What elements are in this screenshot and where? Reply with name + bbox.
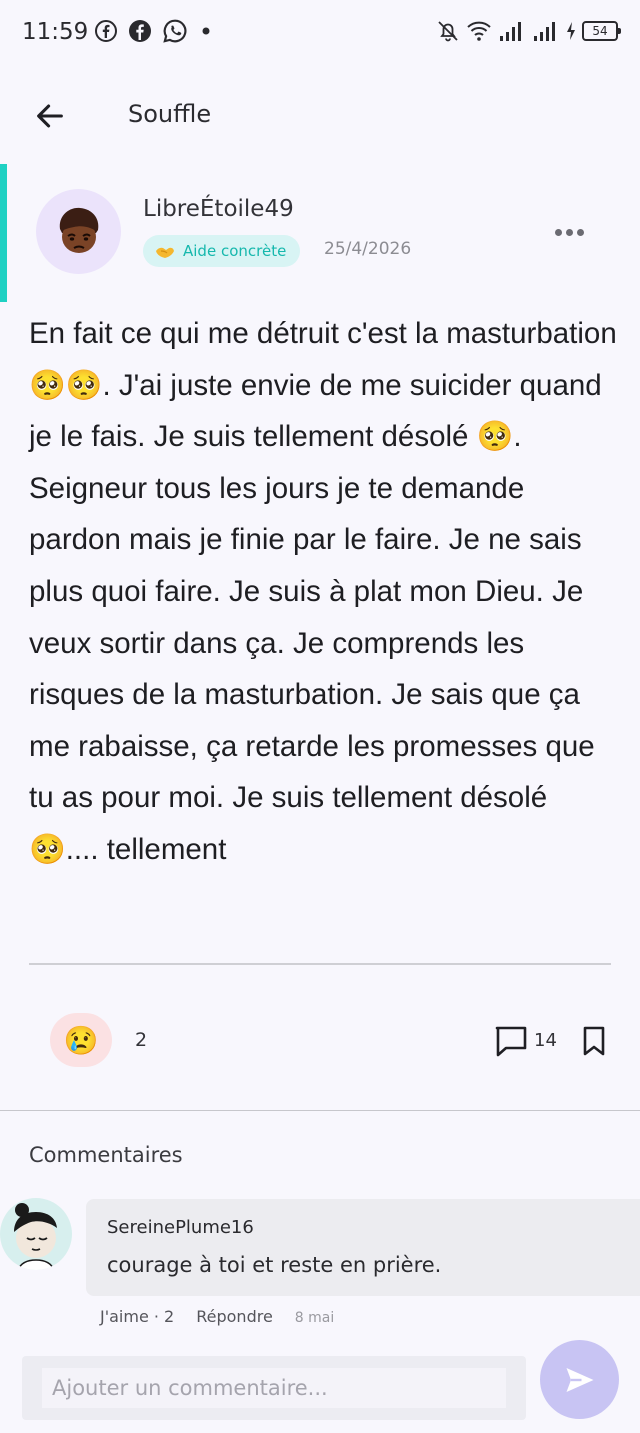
facebook-outline-icon	[95, 20, 117, 42]
bell-off-icon	[438, 21, 458, 42]
comment-avatar[interactable]	[0, 1198, 72, 1270]
bookmark-icon[interactable]	[580, 1025, 608, 1057]
sad-face-avatar-icon	[59, 207, 98, 253]
comment-composer	[0, 1326, 640, 1433]
comment-date: 8 mai	[294, 1310, 335, 1326]
back-button[interactable]	[26, 92, 74, 140]
send-icon	[566, 1367, 593, 1392]
comment-text: courage à toi et reste en prière.	[107, 1253, 442, 1277]
crying-face-icon: 😢	[63, 1024, 99, 1056]
helping-hands-icon	[156, 247, 174, 258]
whatsapp-icon	[163, 19, 187, 43]
status-time: 11:59	[22, 19, 89, 45]
comment-author[interactable]: SereinePlume16	[107, 1217, 254, 1238]
page-title: Souffle	[128, 100, 212, 128]
comment-actions: J'aime · 2 Répondre 8 mai	[100, 1307, 334, 1326]
comment-input[interactable]	[42, 1368, 506, 1408]
reaction-button[interactable]: 😢	[50, 1013, 112, 1067]
post-author-name[interactable]: LibreÉtoile49	[143, 196, 294, 222]
send-button[interactable]	[540, 1340, 619, 1419]
signal-icon-2	[534, 22, 555, 41]
more-dots-icon	[554, 228, 562, 236]
status-system-icons: 54	[436, 19, 621, 43]
author-avatar[interactable]	[36, 189, 121, 274]
wifi-icon	[467, 21, 491, 41]
comment-count: 14	[534, 1030, 557, 1051]
section-divider	[0, 1110, 640, 1111]
battery-level: 54	[592, 24, 608, 38]
battery-icon: 54	[582, 21, 621, 41]
post-tag-label: Aide concrète	[183, 242, 287, 260]
post-more-options-button[interactable]	[550, 218, 588, 246]
reaction-count: 2	[135, 1029, 148, 1051]
sleepy-person-avatar-icon	[14, 1203, 57, 1270]
post-tag: Aide concrète	[143, 235, 301, 267]
comments-heading: Commentaires	[29, 1143, 183, 1167]
signal-icon	[500, 22, 521, 41]
post-date: 25/4/2026	[324, 239, 412, 259]
status-bar: 11:59 54	[0, 0, 640, 66]
comment-input-wrapper	[22, 1356, 526, 1420]
charging-bolt-icon	[567, 22, 575, 40]
comment-bubble: SereinePlume16 courage à toi et reste en…	[86, 1199, 640, 1296]
post-body: En fait ce qui me détruit c'est la mastu…	[29, 317, 617, 866]
status-notification-icons	[94, 18, 214, 44]
facebook-icon	[129, 20, 151, 42]
comment-like-button[interactable]: J'aime · 2	[100, 1307, 174, 1326]
app-bar: Souffle	[0, 70, 640, 160]
arrow-left-icon	[37, 104, 63, 128]
comment-icon[interactable]	[494, 1024, 528, 1058]
post-divider	[29, 963, 611, 965]
notification-dot-icon	[202, 27, 210, 35]
comment-reply-button[interactable]: Répondre	[196, 1307, 273, 1326]
post-accent-bar	[0, 164, 7, 302]
